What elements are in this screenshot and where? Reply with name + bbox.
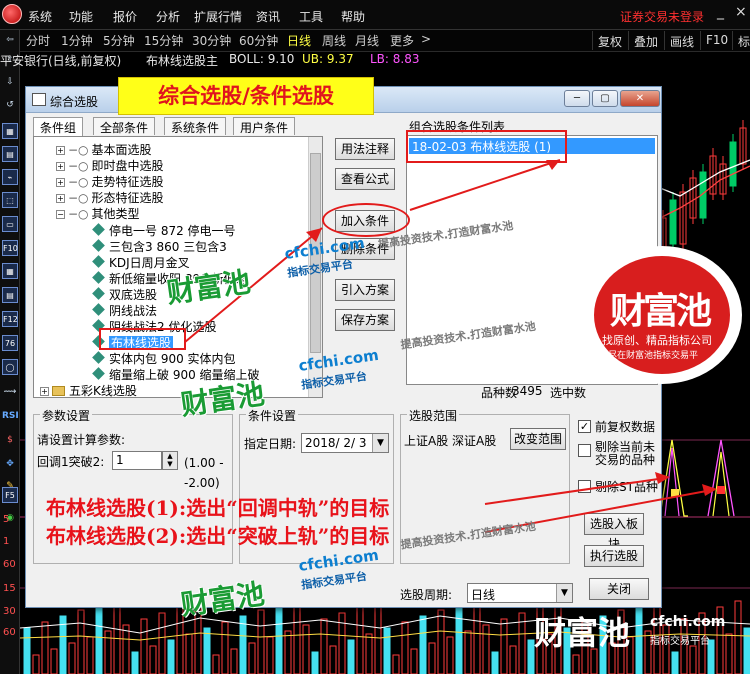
brand-subtitle: 指标交易平台 xyxy=(650,636,710,647)
stamp-subtitle: 找原创、精品指标公司 xyxy=(602,334,712,347)
brand-stamp: 财富池 找原创、精品指标公司 尽在财富池指标交易平 xyxy=(582,246,742,384)
arrow-line xyxy=(409,159,561,211)
bottom-brand: 财富池 cfchi.com 指标交易平台 xyxy=(534,604,750,674)
stamp-logo: 财富池 xyxy=(610,290,712,332)
arrow-head xyxy=(655,472,670,484)
brand-logo: 财富池 xyxy=(534,614,631,652)
arrow-head xyxy=(702,484,717,496)
stamp-disc: 财富池 找原创、精品指标公司 尽在财富池指标交易平 xyxy=(594,256,730,374)
annotation-breakout-upper: 布林线选股(2):选出“突破上轨”的目标 xyxy=(46,524,390,548)
arrow-line xyxy=(484,477,666,505)
stamp-subtitle-2: 尽在财富池指标交易平 xyxy=(608,351,699,361)
brand-url: cfchi.com xyxy=(650,614,726,630)
annotation-pullback-middle: 布林线选股(1):选出“回调中轨”的目标 xyxy=(46,496,390,520)
